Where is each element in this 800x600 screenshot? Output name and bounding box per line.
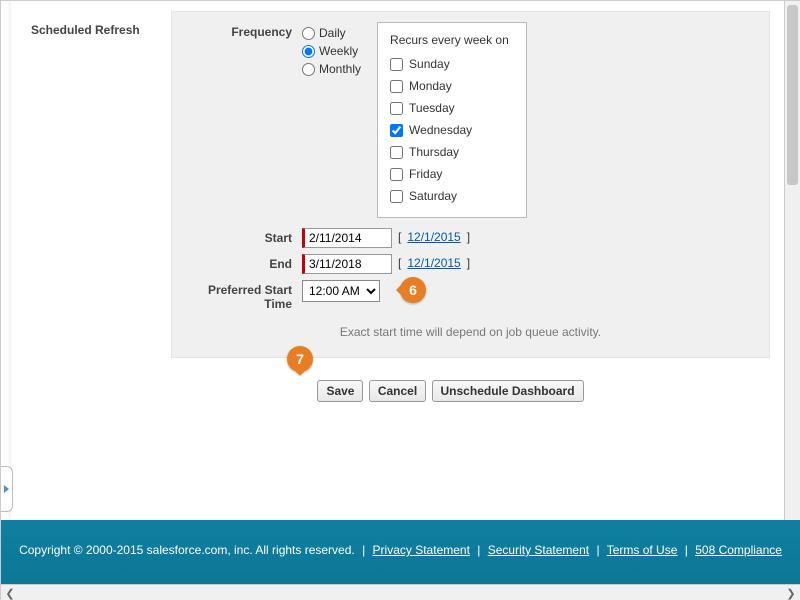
save-button[interactable]: Save [317,380,363,402]
button-bar: 7 Save Cancel Unschedule Dashboard [131,380,770,402]
checkbox-tuesday[interactable] [390,102,403,115]
checkbox-saturday[interactable] [390,190,403,203]
cancel-button[interactable]: Cancel [369,380,426,402]
end-label: End [182,254,302,271]
main-panel: Scheduled Refresh Frequency Daily Week [11,1,790,520]
section-body: Frequency Daily Weekly [171,11,770,358]
checkbox-monday[interactable] [390,80,403,93]
end-date-input[interactable] [302,254,392,274]
day-friday[interactable]: Friday [390,163,510,185]
left-expand-tab[interactable] [1,466,13,512]
horizontal-scrollbar[interactable]: ❮ ❯ [1,584,800,600]
scroll-left-icon[interactable]: ❮ [3,587,17,599]
callout-6: 6 [400,277,426,303]
scroll-right-icon[interactable]: ❯ [784,587,798,599]
footer-copyright: Copyright © 2000-2015 salesforce.com, in… [19,543,355,557]
scrollbar-thumb[interactable] [787,5,798,185]
radio-weekly[interactable] [302,45,315,58]
recurs-box: Recurs every week on Sunday Monday Tuesd… [377,22,527,218]
radio-daily[interactable] [302,27,315,40]
footer-security-link[interactable]: Security Statement [488,543,589,557]
frequency-option-weekly[interactable]: Weekly [302,44,361,58]
day-sunday[interactable]: Sunday [390,53,510,75]
footer-terms-link[interactable]: Terms of Use [607,543,678,557]
frequency-radio-group: Daily Weekly Monthly [302,26,361,76]
checkbox-wednesday[interactable] [390,124,403,137]
radio-monthly[interactable] [302,63,315,76]
start-label: Start [182,228,302,245]
recurs-title: Recurs every week on [390,33,510,47]
frequency-option-daily[interactable]: Daily [302,26,361,40]
checkbox-thursday[interactable] [390,146,403,159]
note-text: Exact start time will depend on job queu… [182,325,759,339]
day-wednesday[interactable]: Wednesday [390,119,510,141]
frequency-option-monthly[interactable]: Monthly [302,62,361,76]
start-date-hint-link[interactable]: 12/1/2015 [407,228,460,244]
frequency-label: Frequency [182,22,302,39]
day-tuesday[interactable]: Tuesday [390,97,510,119]
vertical-scrollbar[interactable] [784,1,800,520]
checkbox-sunday[interactable] [390,58,403,71]
footer-privacy-link[interactable]: Privacy Statement [373,543,470,557]
footer-508-link[interactable]: 508 Compliance [695,543,782,557]
checkbox-friday[interactable] [390,168,403,181]
start-date-input[interactable] [302,228,392,248]
day-saturday[interactable]: Saturday [390,185,510,207]
day-monday[interactable]: Monday [390,75,510,97]
end-date-hint-link[interactable]: 12/1/2015 [407,254,460,270]
unschedule-dashboard-button[interactable]: Unschedule Dashboard [432,380,584,402]
day-thursday[interactable]: Thursday [390,141,510,163]
preferred-start-time-label: Preferred Start Time [182,280,302,311]
section-title: Scheduled Refresh [31,11,171,358]
preferred-start-time-select[interactable]: 12:00 AM [302,280,380,302]
